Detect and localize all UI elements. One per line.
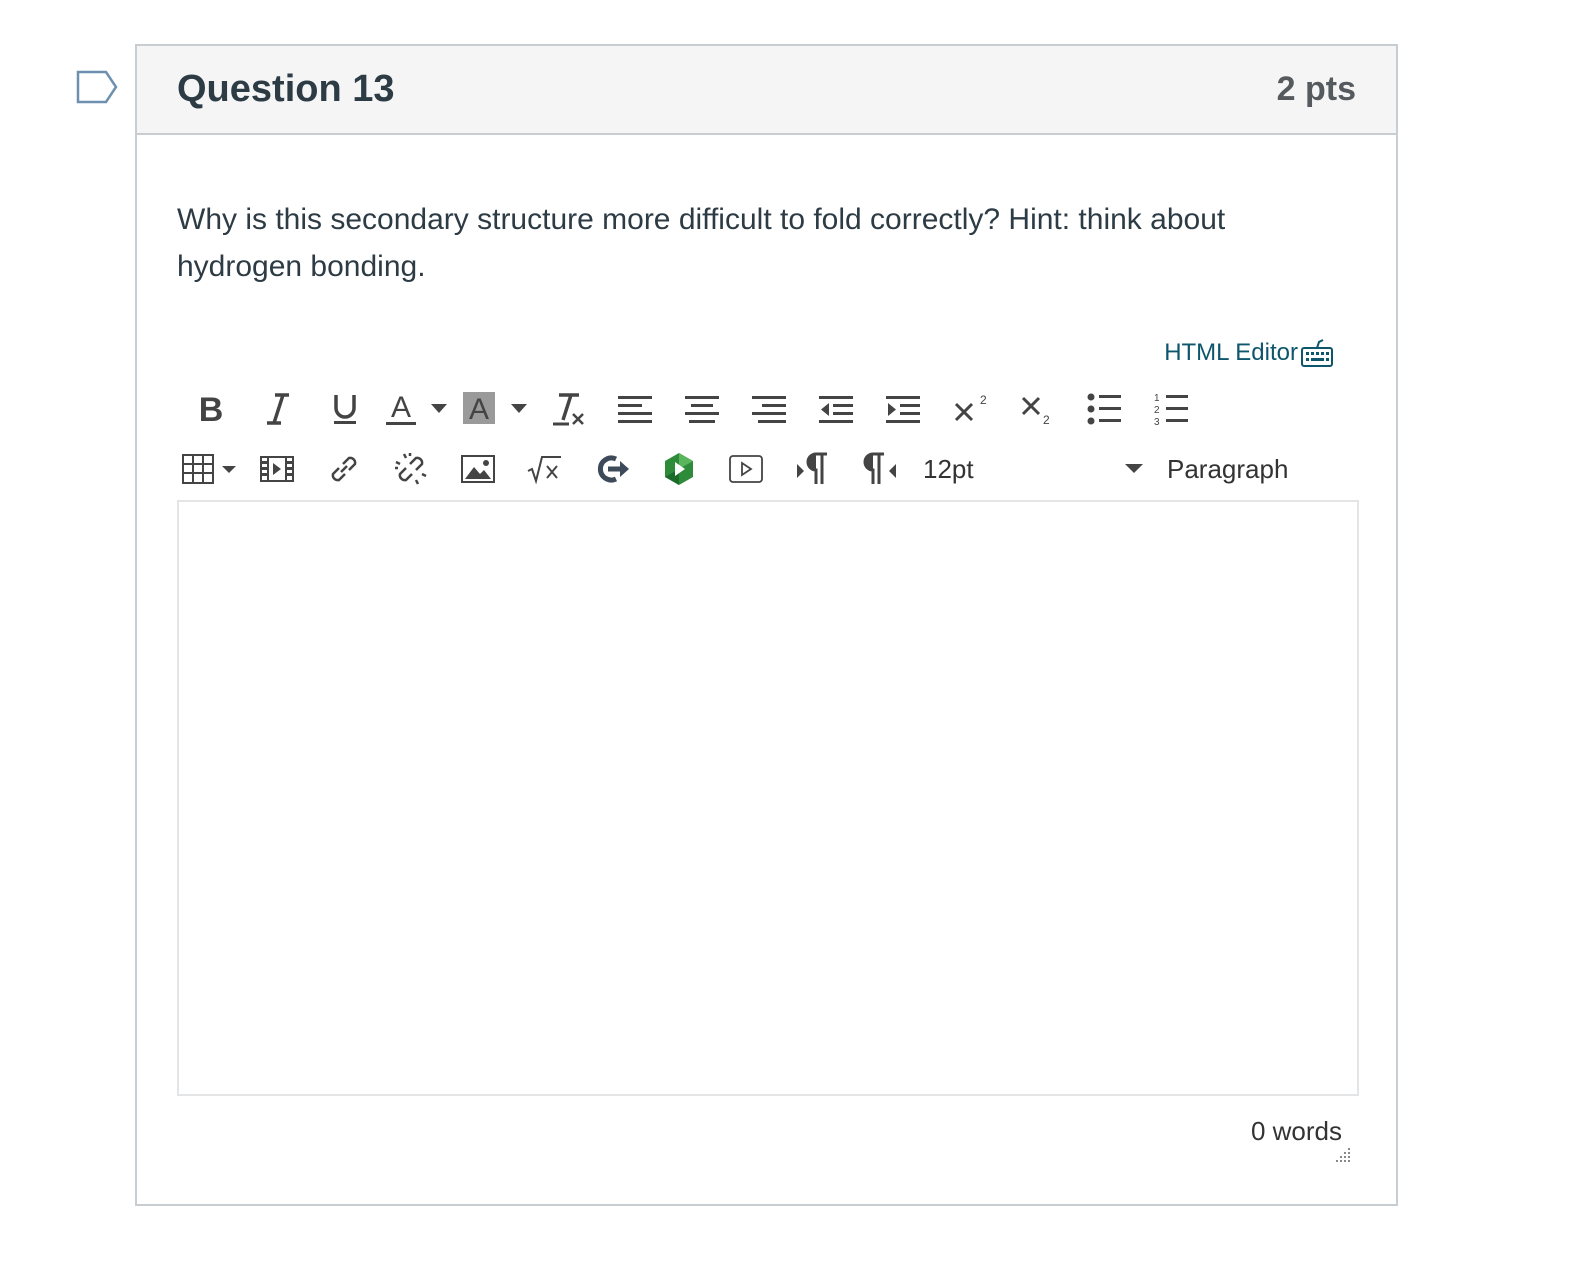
rich-text-editor-body[interactable]: [177, 500, 1359, 1096]
resize-handle-icon[interactable]: [1332, 1144, 1352, 1164]
app-logo-icon: [664, 453, 693, 485]
flag-question-icon[interactable]: [76, 70, 118, 104]
align-left-icon: [617, 396, 652, 423]
svg-text:2: 2: [980, 393, 987, 407]
indent-icon: [885, 396, 920, 423]
left-to-right-icon: [796, 452, 827, 484]
app-button[interactable]: [645, 444, 712, 494]
bold-icon: B: [198, 392, 223, 426]
chevron-down-icon: [1125, 464, 1143, 473]
outdent-icon: [818, 396, 853, 423]
link-icon: [331, 456, 356, 482]
font-size-value: 12pt: [923, 453, 974, 484]
italic-button[interactable]: [244, 384, 311, 434]
embed-button[interactable]: [578, 444, 645, 494]
table-button[interactable]: [177, 444, 243, 494]
subscript-icon: 2: [1021, 396, 1050, 425]
svg-text:2: 2: [1154, 405, 1160, 416]
html-editor-label: HTML Editor: [1164, 339, 1298, 366]
right-to-left-icon: [863, 452, 896, 484]
link-button[interactable]: [310, 444, 377, 494]
background-color-button[interactable]: A: [454, 384, 504, 434]
svg-text:A: A: [469, 393, 489, 426]
superscript-button[interactable]: 2: [936, 384, 1003, 434]
svg-text:2: 2: [1043, 413, 1050, 425]
question-title: Question 13: [177, 68, 395, 110]
question-header: Question 13 2 pts: [137, 46, 1396, 135]
film-icon: [259, 456, 294, 482]
svg-text:3: 3: [1154, 417, 1160, 427]
clear-formatting-button[interactable]: [534, 384, 601, 434]
underline-icon: [333, 395, 356, 424]
bold-button[interactable]: B: [177, 384, 244, 434]
chevron-down-icon: [511, 404, 527, 413]
ltr-button[interactable]: [779, 444, 846, 494]
html-editor-link[interactable]: HTML Editor: [1164, 338, 1334, 368]
table-icon: [182, 454, 236, 484]
outdent-button[interactable]: [802, 384, 869, 434]
align-center-button[interactable]: [668, 384, 735, 434]
clear-formatting-icon: [552, 393, 584, 426]
svg-text:A: A: [391, 391, 411, 424]
background-color-icon: A: [463, 392, 495, 426]
bullet-list-icon: [1087, 393, 1121, 425]
video-play-icon: [728, 455, 763, 483]
embed-share-icon: [597, 455, 629, 483]
chevron-down-icon: [431, 404, 447, 413]
font-size-select[interactable]: 12pt: [913, 444, 1143, 494]
image-button[interactable]: [444, 444, 511, 494]
video-button[interactable]: [712, 444, 779, 494]
question-card: Question 13 2 pts Why is this secondary …: [135, 44, 1398, 1206]
italic-icon: [266, 393, 289, 425]
image-icon: [460, 455, 495, 483]
underline-button[interactable]: [311, 384, 378, 434]
align-right-icon: [751, 396, 786, 423]
toolbar-row-1: B A A 2 2 1 2 3: [177, 384, 1204, 434]
text-color-button[interactable]: A: [378, 384, 424, 434]
keyboard-icon: [1301, 339, 1333, 367]
toolbar-row-2: 12pt Paragraph: [177, 444, 1359, 494]
align-left-button[interactable]: [601, 384, 668, 434]
block-format-select[interactable]: Paragraph: [1167, 444, 1288, 494]
numbered-list-button[interactable]: 123: [1137, 384, 1204, 434]
word-count: 0 words: [1250, 1116, 1342, 1146]
equation-icon: [527, 456, 561, 484]
align-right-button[interactable]: [735, 384, 802, 434]
bullet-list-button[interactable]: [1070, 384, 1137, 434]
numbered-list-icon: 123: [1154, 393, 1188, 427]
question-text: Why is this secondary structure more dif…: [177, 203, 1226, 283]
block-format-value: Paragraph: [1167, 453, 1289, 484]
unlink-button[interactable]: [377, 444, 444, 494]
unlink-icon: [394, 453, 427, 485]
svg-text:B: B: [198, 392, 223, 426]
equation-button[interactable]: [511, 444, 578, 494]
text-color-dropdown[interactable]: [424, 384, 454, 434]
superscript-icon: 2: [954, 393, 987, 422]
media-button[interactable]: [243, 444, 310, 494]
svg-text:1: 1: [1154, 393, 1160, 404]
background-color-dropdown[interactable]: [504, 384, 534, 434]
subscript-button[interactable]: 2: [1003, 384, 1070, 434]
rtl-button[interactable]: [846, 444, 913, 494]
question-points: 2 pts: [1276, 70, 1356, 108]
text-color-icon: A: [386, 391, 416, 425]
align-center-icon: [684, 396, 719, 423]
indent-button[interactable]: [869, 384, 936, 434]
